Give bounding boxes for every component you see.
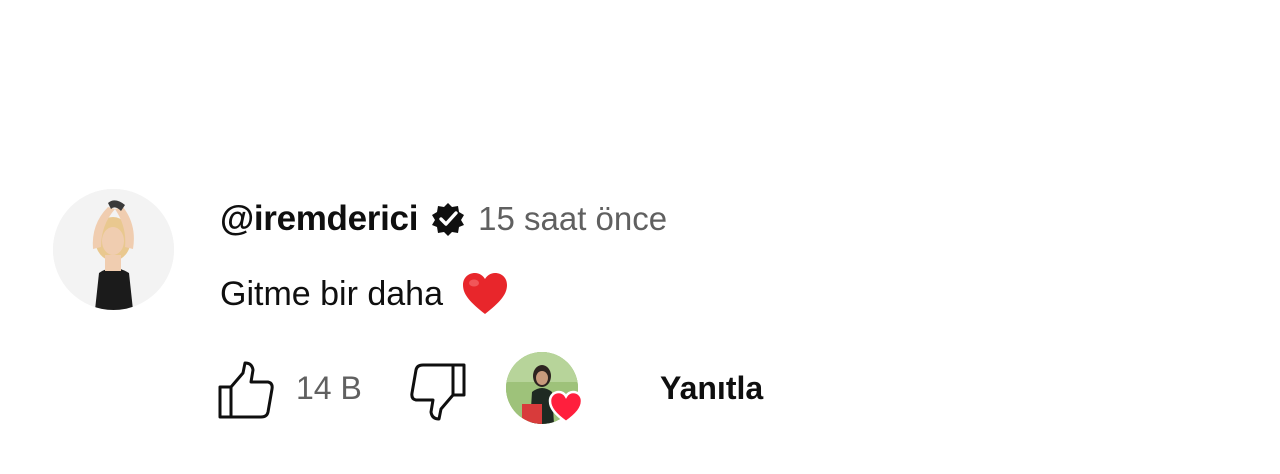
comment-text: Gitme bir daha (220, 274, 443, 313)
verified-badge-icon (430, 201, 466, 237)
comment-timestamp: 15 saat önce (478, 200, 668, 237)
author-name[interactable]: @iremderici (220, 199, 418, 239)
dislike-button[interactable] (408, 362, 468, 422)
red-heart-emoji-icon (461, 272, 509, 316)
author-avatar-image (53, 189, 174, 310)
comment-thread: @iremderici 15 saat önce Gitme bir daha … (0, 0, 1280, 474)
thumbs-up-icon (218, 361, 274, 419)
thumbs-down-icon (410, 363, 466, 421)
reply-button[interactable]: Yanıtla (660, 370, 763, 407)
creator-heart (506, 352, 586, 428)
heart-badge-icon (548, 390, 584, 424)
comment-header: @iremderici 15 saat önce (220, 197, 667, 241)
like-count: 14 B (296, 370, 362, 406)
author-avatar[interactable] (53, 189, 174, 310)
comment-actions: 14 B Yanıtla (216, 352, 916, 428)
like-button[interactable] (216, 360, 276, 420)
comment-body: Gitme bir daha (220, 270, 509, 318)
